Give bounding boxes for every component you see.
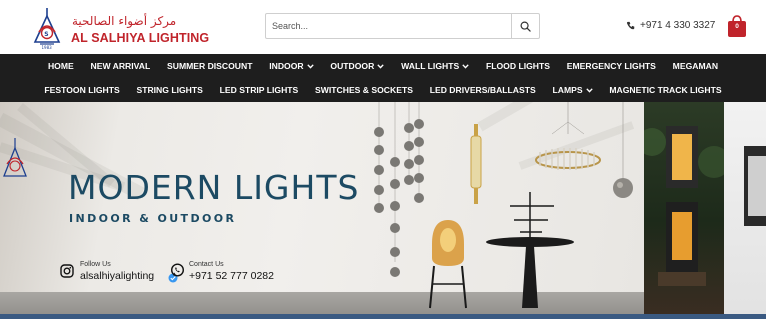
nav-item-emergency-lights[interactable]: EMERGENCY LIGHTS	[558, 61, 664, 71]
nav-item-flood-lights[interactable]: FLOOD LIGHTS	[478, 61, 559, 71]
contact-us-label: Contact Us	[189, 261, 224, 268]
follow-us-label: Follow Us	[80, 261, 111, 268]
nav-item-label: WALL LIGHTS	[401, 61, 460, 71]
nav-item-label: OUTDOOR	[330, 61, 375, 71]
nav-row-primary: HOME NEW ARRIVAL SUMMER DISCOUNT INDOOR …	[0, 54, 766, 78]
search-box	[265, 13, 540, 39]
nav-item-label: STRING LIGHTS	[136, 85, 203, 95]
nav-item-label: FESTOON LIGHTS	[44, 85, 120, 95]
chevron-down-icon	[377, 63, 385, 69]
nav-item-summer-discount[interactable]: SUMMER DISCOUNT	[159, 61, 261, 71]
search-button[interactable]	[511, 14, 539, 38]
nav-item-label: HOME	[47, 61, 74, 71]
nav-item-label: EMERGENCY LIGHTS	[566, 61, 656, 71]
nav-item-home[interactable]: HOME	[40, 61, 83, 71]
wall-lantern-image	[724, 102, 766, 319]
nav-item-label: MAGNETIC TRACK LIGHTS	[609, 85, 722, 95]
nav-item-label: NEW ARRIVAL	[90, 61, 151, 71]
nav-item-new-arrival[interactable]: NEW ARRIVAL	[82, 61, 158, 71]
chevron-down-icon	[306, 63, 314, 69]
cart-count-badge: 0	[735, 23, 739, 30]
nav-row-secondary: FESTOON LIGHTS STRING LIGHTS LED STRIP L…	[0, 78, 766, 102]
brand-name-arabic: مركز أضواء الصالحية	[72, 14, 177, 28]
nav-item-label: SUMMER DISCOUNT	[167, 61, 253, 71]
search-icon	[520, 21, 531, 32]
small-pendant-image	[613, 102, 633, 198]
header-phone[interactable]: +971 4 330 3327	[626, 18, 715, 32]
search-input[interactable]	[266, 14, 511, 38]
lantern-image	[638, 126, 730, 286]
instagram-handle: alsalhiyalighting	[80, 270, 155, 282]
whatsapp-icon	[170, 263, 185, 277]
nav-item-festoon-lights[interactable]: FESTOON LIGHTS	[36, 85, 128, 95]
hero-title: MODERN LIGHTS	[68, 168, 360, 207]
nav-item-label: INDOOR	[269, 61, 304, 71]
nav-item-label: FLOOD LIGHTS	[485, 61, 550, 71]
nav-item-wall-lights[interactable]: WALL LIGHTS	[393, 61, 478, 71]
hero-subtitle: INDOOR & OUTDOOR	[69, 212, 237, 225]
svg-text:S: S	[44, 31, 48, 38]
brand-logo[interactable]: S 1983 مركز أضواء الصالحية AL SALHIYA LI…	[28, 6, 209, 50]
nav-item-led-strip-lights[interactable]: LED STRIP LIGHTS	[211, 85, 306, 95]
watermark-logo-icon	[3, 138, 27, 177]
nav-item-switches-sockets[interactable]: SWITCHES & SOCKETS	[307, 85, 422, 95]
nav-item-label: SWITCHES & SOCKETS	[315, 85, 413, 95]
svg-text:1983: 1983	[42, 45, 53, 50]
whatsapp-number: +971 52 777 0282	[189, 270, 274, 282]
chevron-down-icon	[462, 63, 469, 69]
nav-item-lamps[interactable]: LAMPS	[544, 85, 601, 95]
main-navigation: HOME NEW ARRIVAL SUMMER DISCOUNT INDOOR …	[0, 54, 766, 102]
instagram-icon	[60, 264, 74, 278]
hero-bottom-edge	[0, 314, 766, 319]
phone-icon	[626, 21, 635, 29]
nav-item-outdoor[interactable]: OUTDOOR	[322, 61, 393, 71]
hero-banner[interactable]: MODERN LIGHTS INDOOR & OUTDOOR Follow Us…	[0, 102, 766, 319]
nav-item-string-lights[interactable]: STRING LIGHTS	[128, 85, 211, 95]
nav-item-label: MEGAMAN	[672, 61, 719, 71]
amber-table-lamp-image	[429, 220, 467, 309]
header-phone-number: +971 4 330 3327	[640, 19, 716, 31]
cart-button[interactable]: 0	[726, 14, 748, 38]
site-header: S 1983 مركز أضواء الصالحية AL SALHIYA LI…	[0, 0, 766, 54]
ring-chandelier-image	[535, 102, 601, 170]
nav-item-magnetic-track-lights[interactable]: MAGNETIC TRACK LIGHTS	[601, 85, 730, 95]
chevron-down-icon	[585, 87, 593, 93]
nav-item-label: LED DRIVERS/BALLASTS	[429, 85, 536, 95]
nav-item-megaman[interactable]: MEGAMAN	[664, 61, 726, 71]
nav-item-led-drivers[interactable]: LED DRIVERS/BALLASTS	[421, 85, 544, 95]
pendant-spheres-image	[374, 102, 424, 277]
nav-item-label: LED STRIP LIGHTS	[219, 85, 299, 95]
nav-item-label: LAMPS	[552, 85, 583, 95]
garden-lanterns-image	[638, 102, 730, 319]
nav-item-indoor[interactable]: INDOOR	[261, 61, 322, 71]
lamp-logo-icon: S 1983	[33, 8, 61, 50]
side-table-lamp-image	[486, 192, 574, 308]
brand-name: AL SALHIYA LIGHTING	[71, 31, 210, 45]
